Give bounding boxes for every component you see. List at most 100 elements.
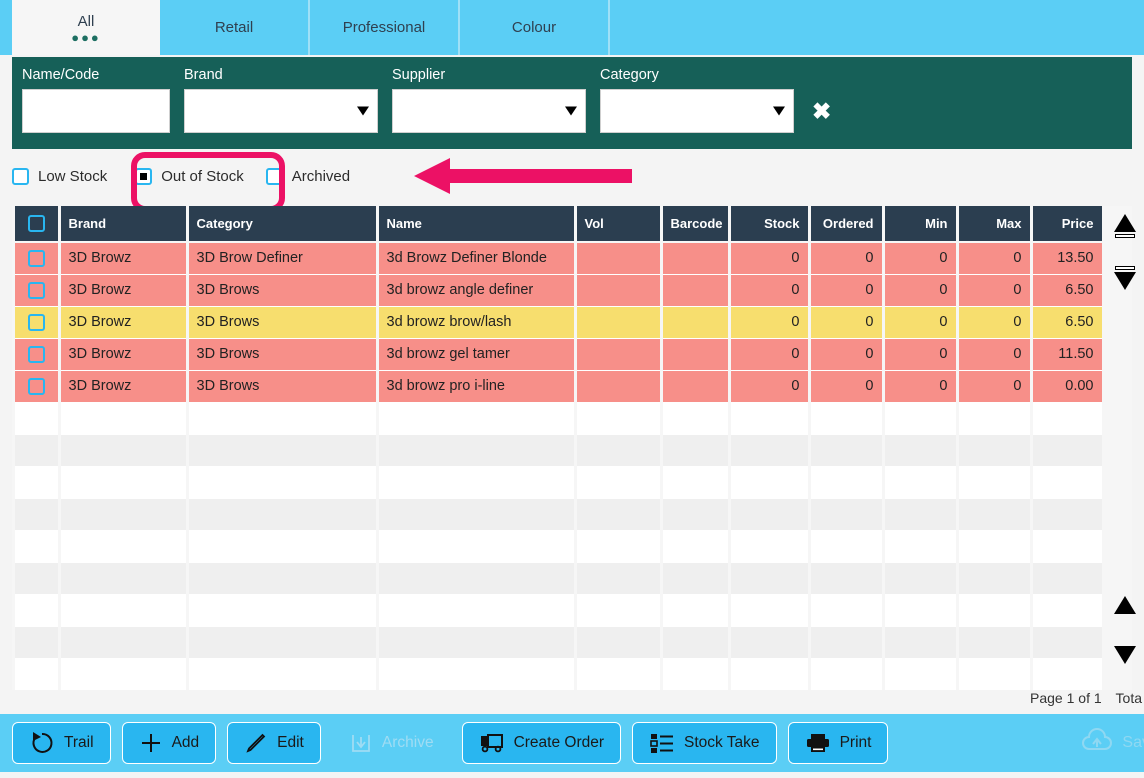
tab-colour[interactable]: Colour: [460, 0, 610, 55]
move-to-bottom-button[interactable]: [1110, 266, 1140, 298]
stock-take-button[interactable]: Stock Take: [632, 722, 777, 764]
empty-cell: [809, 626, 885, 659]
category-select-wrapper: [600, 89, 794, 133]
empty-cell: [187, 402, 379, 435]
table-row-empty: [15, 626, 1105, 659]
brand-select[interactable]: [184, 89, 378, 133]
empty-cell: [187, 658, 379, 690]
archive-icon: [349, 731, 373, 755]
cell-category: 3D Brows: [187, 274, 379, 307]
low-stock-checkbox-box[interactable]: [12, 167, 29, 185]
empty-cell: [575, 658, 663, 690]
clear-filters-icon[interactable]: ✖: [812, 89, 831, 133]
cell-brand: 3D Browz: [59, 306, 189, 339]
row-checkbox[interactable]: [27, 345, 45, 363]
cell-brand: 3D Browz: [59, 274, 189, 307]
column-header-name[interactable]: Name: [377, 206, 577, 243]
scroll-up-button[interactable]: [1110, 596, 1140, 628]
cell-ordered: 0: [809, 306, 885, 339]
printer-icon: [805, 731, 831, 755]
column-header-price[interactable]: Price: [1031, 206, 1105, 243]
table-row[interactable]: 3D Browz 3D Brows 3d browz angle definer 0 0…: [15, 274, 1105, 307]
column-header-stock[interactable]: Stock: [729, 206, 811, 243]
row-select-cell[interactable]: [15, 370, 61, 403]
row-checkbox[interactable]: [27, 281, 45, 299]
empty-cell: [883, 498, 959, 531]
empty-cell: [883, 434, 959, 467]
select-all-header[interactable]: [15, 206, 61, 243]
save-button[interactable]: Sav: [1080, 722, 1144, 764]
row-checkbox[interactable]: [27, 313, 45, 331]
row-select-cell[interactable]: [15, 274, 61, 307]
empty-cell: [1031, 562, 1105, 595]
tab-all[interactable]: All ●●●: [12, 0, 160, 55]
column-header-ordered[interactable]: Ordered: [809, 206, 885, 243]
select-all-checkbox[interactable]: [27, 215, 45, 233]
table-row[interactable]: 3D Browz 3D Brows 3d browz pro i-line 0 0 0 0 0…: [15, 370, 1105, 403]
row-checkbox[interactable]: [27, 377, 45, 395]
empty-cell: [661, 658, 731, 690]
column-header-min[interactable]: Min: [883, 206, 959, 243]
category-select[interactable]: [600, 89, 794, 133]
print-button[interactable]: Print: [787, 722, 889, 764]
empty-cell: [575, 498, 663, 531]
empty-cell: [729, 530, 811, 563]
row-select-cell[interactable]: [15, 306, 61, 339]
cell-barcode: [661, 274, 731, 307]
tab-all-dots-indicator: ●●●: [71, 29, 101, 45]
out-of-stock-label: Out of Stock: [161, 167, 244, 185]
empty-cell: [729, 498, 811, 531]
filter-bar: Name/Code Brand Supplier Category ✖: [12, 57, 1132, 149]
tab-retail[interactable]: Retail: [160, 0, 310, 55]
checkbox-out-of-stock[interactable]: Out of Stock: [135, 167, 244, 185]
cell-ordered: 0: [809, 274, 885, 307]
out-of-stock-checkbox-box[interactable]: [135, 167, 153, 185]
table-row[interactable]: 3D Browz 3D Brows 3d browz gel tamer 0 0 0 0 11…: [15, 338, 1105, 371]
brand-select-wrapper: [184, 89, 378, 133]
row-select-cell[interactable]: [15, 242, 61, 275]
table-row[interactable]: 3D Browz 3D Brows 3d browz brow/lash 0 0 0 0 6.…: [15, 306, 1105, 339]
scroll-down-button[interactable]: [1110, 646, 1140, 678]
empty-cell: [729, 434, 811, 467]
row-checkbox[interactable]: [27, 249, 45, 267]
empty-cell: [1031, 530, 1105, 563]
table-row-empty: [15, 498, 1105, 531]
column-header-vol[interactable]: Vol: [575, 206, 663, 243]
tab-professional-label: Professional: [342, 18, 426, 36]
create-order-label: Create Order: [513, 734, 605, 751]
cell-category: 3D Brow Definer: [187, 242, 379, 275]
cell-vol: [575, 242, 663, 275]
create-order-button[interactable]: Create Order: [461, 722, 622, 764]
column-header-brand[interactable]: Brand: [59, 206, 189, 243]
trail-button[interactable]: Trail: [12, 722, 111, 764]
page-indicator: Page 1 of 1: [1030, 690, 1102, 706]
empty-cell: [661, 626, 731, 659]
column-header-category[interactable]: Category: [187, 206, 379, 243]
stock-filter-checkboxes: Low Stock Out of Stock Archived: [12, 158, 1132, 194]
column-header-max[interactable]: Max: [957, 206, 1033, 243]
checkbox-low-stock[interactable]: Low Stock: [12, 167, 107, 185]
add-button[interactable]: Add: [121, 722, 217, 764]
filter-category-label: Category: [600, 67, 659, 83]
tab-professional[interactable]: Professional: [310, 0, 460, 55]
table-row[interactable]: 3D Browz 3D Brow Definer 3d Browz Definer …: [15, 242, 1105, 275]
cell-min: 0: [883, 306, 959, 339]
archived-checkbox-box[interactable]: [265, 167, 283, 185]
empty-cell: [661, 562, 731, 595]
edit-button[interactable]: Edit: [227, 722, 321, 764]
empty-cell: [59, 594, 189, 627]
name-code-input[interactable]: [22, 89, 170, 133]
empty-cell: [809, 402, 885, 435]
table-row-empty: [15, 434, 1105, 467]
print-label: Print: [839, 734, 872, 751]
tab-strip-left-pad: [0, 0, 12, 55]
column-header-barcode[interactable]: Barcode: [661, 206, 731, 243]
cell-stock: 0: [729, 338, 811, 371]
supplier-select[interactable]: [392, 89, 586, 133]
row-select-cell[interactable]: [15, 338, 61, 371]
empty-cell: [575, 530, 663, 563]
checkbox-archived[interactable]: Archived: [265, 167, 351, 185]
move-to-top-button[interactable]: [1110, 214, 1140, 246]
tab-retail-label: Retail: [214, 18, 254, 36]
archived-label: Archived: [291, 167, 351, 185]
